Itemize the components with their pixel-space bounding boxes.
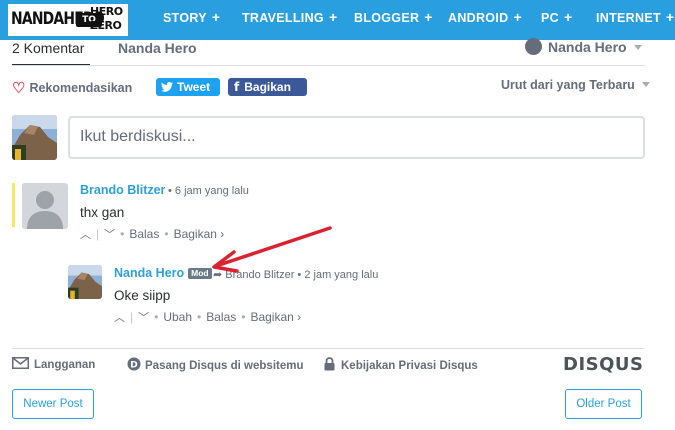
add-disqus-link[interactable]: D Pasang Disqus di websitemu (127, 357, 303, 372)
comment-actions: ︿ | ﹀ • Ubah • Balas • Bagikan › (114, 309, 301, 325)
edit-button[interactable]: Ubah (163, 310, 192, 324)
vote-divider: | (96, 227, 100, 241)
reply-button[interactable]: Balas (206, 310, 236, 324)
recommend-button[interactable]: ♡ Rekomendasikan (12, 79, 132, 97)
disqus-logo[interactable]: DISQUS (563, 354, 643, 375)
privacy-link[interactable]: Kebijakan Privasi Disqus (324, 357, 478, 372)
older-post-button[interactable]: Older Post (565, 389, 642, 419)
site-logo[interactable]: NANDAHERO TO HERO ZERO (8, 4, 128, 36)
comment-text: Oke siipp (114, 288, 171, 303)
default-user-icon (22, 183, 68, 229)
account-menu[interactable]: Nanda Hero (525, 38, 642, 58)
subscribe-link[interactable]: Langganan (12, 357, 95, 371)
header-divider (12, 65, 645, 66)
twitter-bird-icon (161, 82, 173, 92)
envelope-icon (12, 357, 29, 369)
heart-icon: ♡ (12, 80, 26, 97)
comment-timestamp[interactable]: • 6 jam yang lalu (168, 185, 249, 197)
avatar-image (12, 115, 57, 160)
sort-label: Urut dari yang Terbaru (501, 78, 635, 92)
footer-divider (12, 348, 645, 349)
top-navbar: NANDAHERO TO HERO ZERO STORY + TRAVELLING… (0, 0, 675, 40)
bullet: • (154, 310, 159, 324)
logo-top-text: HERO (90, 5, 123, 18)
chevron-down-icon (641, 82, 650, 87)
padlock-icon (324, 357, 335, 371)
commenter-avatar[interactable] (68, 265, 102, 299)
tweet-label: Tweet (177, 80, 211, 94)
nav-item-blogger[interactable]: BLOGGER + (354, 0, 433, 40)
comment-author[interactable]: Nanda Hero Mod (114, 266, 212, 280)
upvote-icon[interactable]: ︿ (114, 309, 125, 325)
downvote-icon[interactable]: ﹀ (104, 226, 115, 242)
reply-button[interactable]: Balas (129, 227, 159, 241)
tweet-button[interactable]: Tweet (156, 78, 220, 96)
bullet: • (197, 310, 202, 324)
nav-item-travelling[interactable]: TRAVELLING + (242, 0, 337, 40)
expand-plus-icon: + (513, 9, 522, 25)
comment-author[interactable]: Brando Blitzer (80, 183, 165, 197)
vote-divider: | (130, 310, 134, 324)
nav-item-pc[interactable]: PC + (541, 0, 572, 40)
svg-text:D: D (130, 361, 137, 371)
avatar-image (68, 265, 102, 299)
expand-plus-icon: + (328, 9, 338, 25)
expand-plus-icon: + (211, 9, 221, 25)
downvote-icon[interactable]: ﹀ (138, 309, 149, 325)
chat-bubble-icon (525, 38, 542, 55)
upvote-icon[interactable]: ︿ (80, 226, 91, 242)
share-label: Bagikan (244, 80, 291, 94)
current-user-avatar[interactable] (12, 115, 57, 160)
disqus-d-icon: D (127, 357, 141, 371)
bullet: • (164, 227, 169, 241)
tab-community[interactable]: Nanda Hero (118, 40, 197, 56)
facebook-f-icon: f (234, 80, 240, 94)
account-name: Nanda Hero (548, 39, 627, 55)
recommend-label: Rekomendasikan (29, 81, 133, 95)
bullet: • (168, 185, 175, 197)
expand-plus-icon: + (665, 9, 675, 25)
new-comment-highlight (12, 183, 15, 227)
commenter-avatar[interactable] (22, 183, 68, 229)
bullet: • (241, 310, 246, 324)
nav-item-android[interactable]: ANDROID + (448, 0, 522, 40)
newer-post-button[interactable]: Newer Post (12, 389, 94, 419)
comment-text: thx gan (80, 205, 125, 220)
nav-item-story[interactable]: STORY + (163, 0, 220, 40)
comment-input[interactable]: Ikut berdiskusi... (68, 116, 645, 159)
nav-item-internet[interactable]: INTERNET + (596, 0, 674, 40)
facebook-share-button[interactable]: f Bagikan (228, 78, 307, 96)
sort-dropdown[interactable]: Urut dari yang Terbaru (501, 78, 650, 92)
logo-bottom-text: ZERO (90, 19, 122, 32)
tab-comment-count[interactable]: 2 Komentar (12, 40, 84, 56)
expand-plus-icon: + (424, 9, 433, 25)
share-link[interactable]: Bagikan › (250, 310, 301, 324)
bullet: • (120, 227, 125, 241)
chevron-down-icon (633, 45, 642, 50)
annotation-arrow (212, 226, 332, 273)
expand-plus-icon: + (563, 9, 573, 25)
